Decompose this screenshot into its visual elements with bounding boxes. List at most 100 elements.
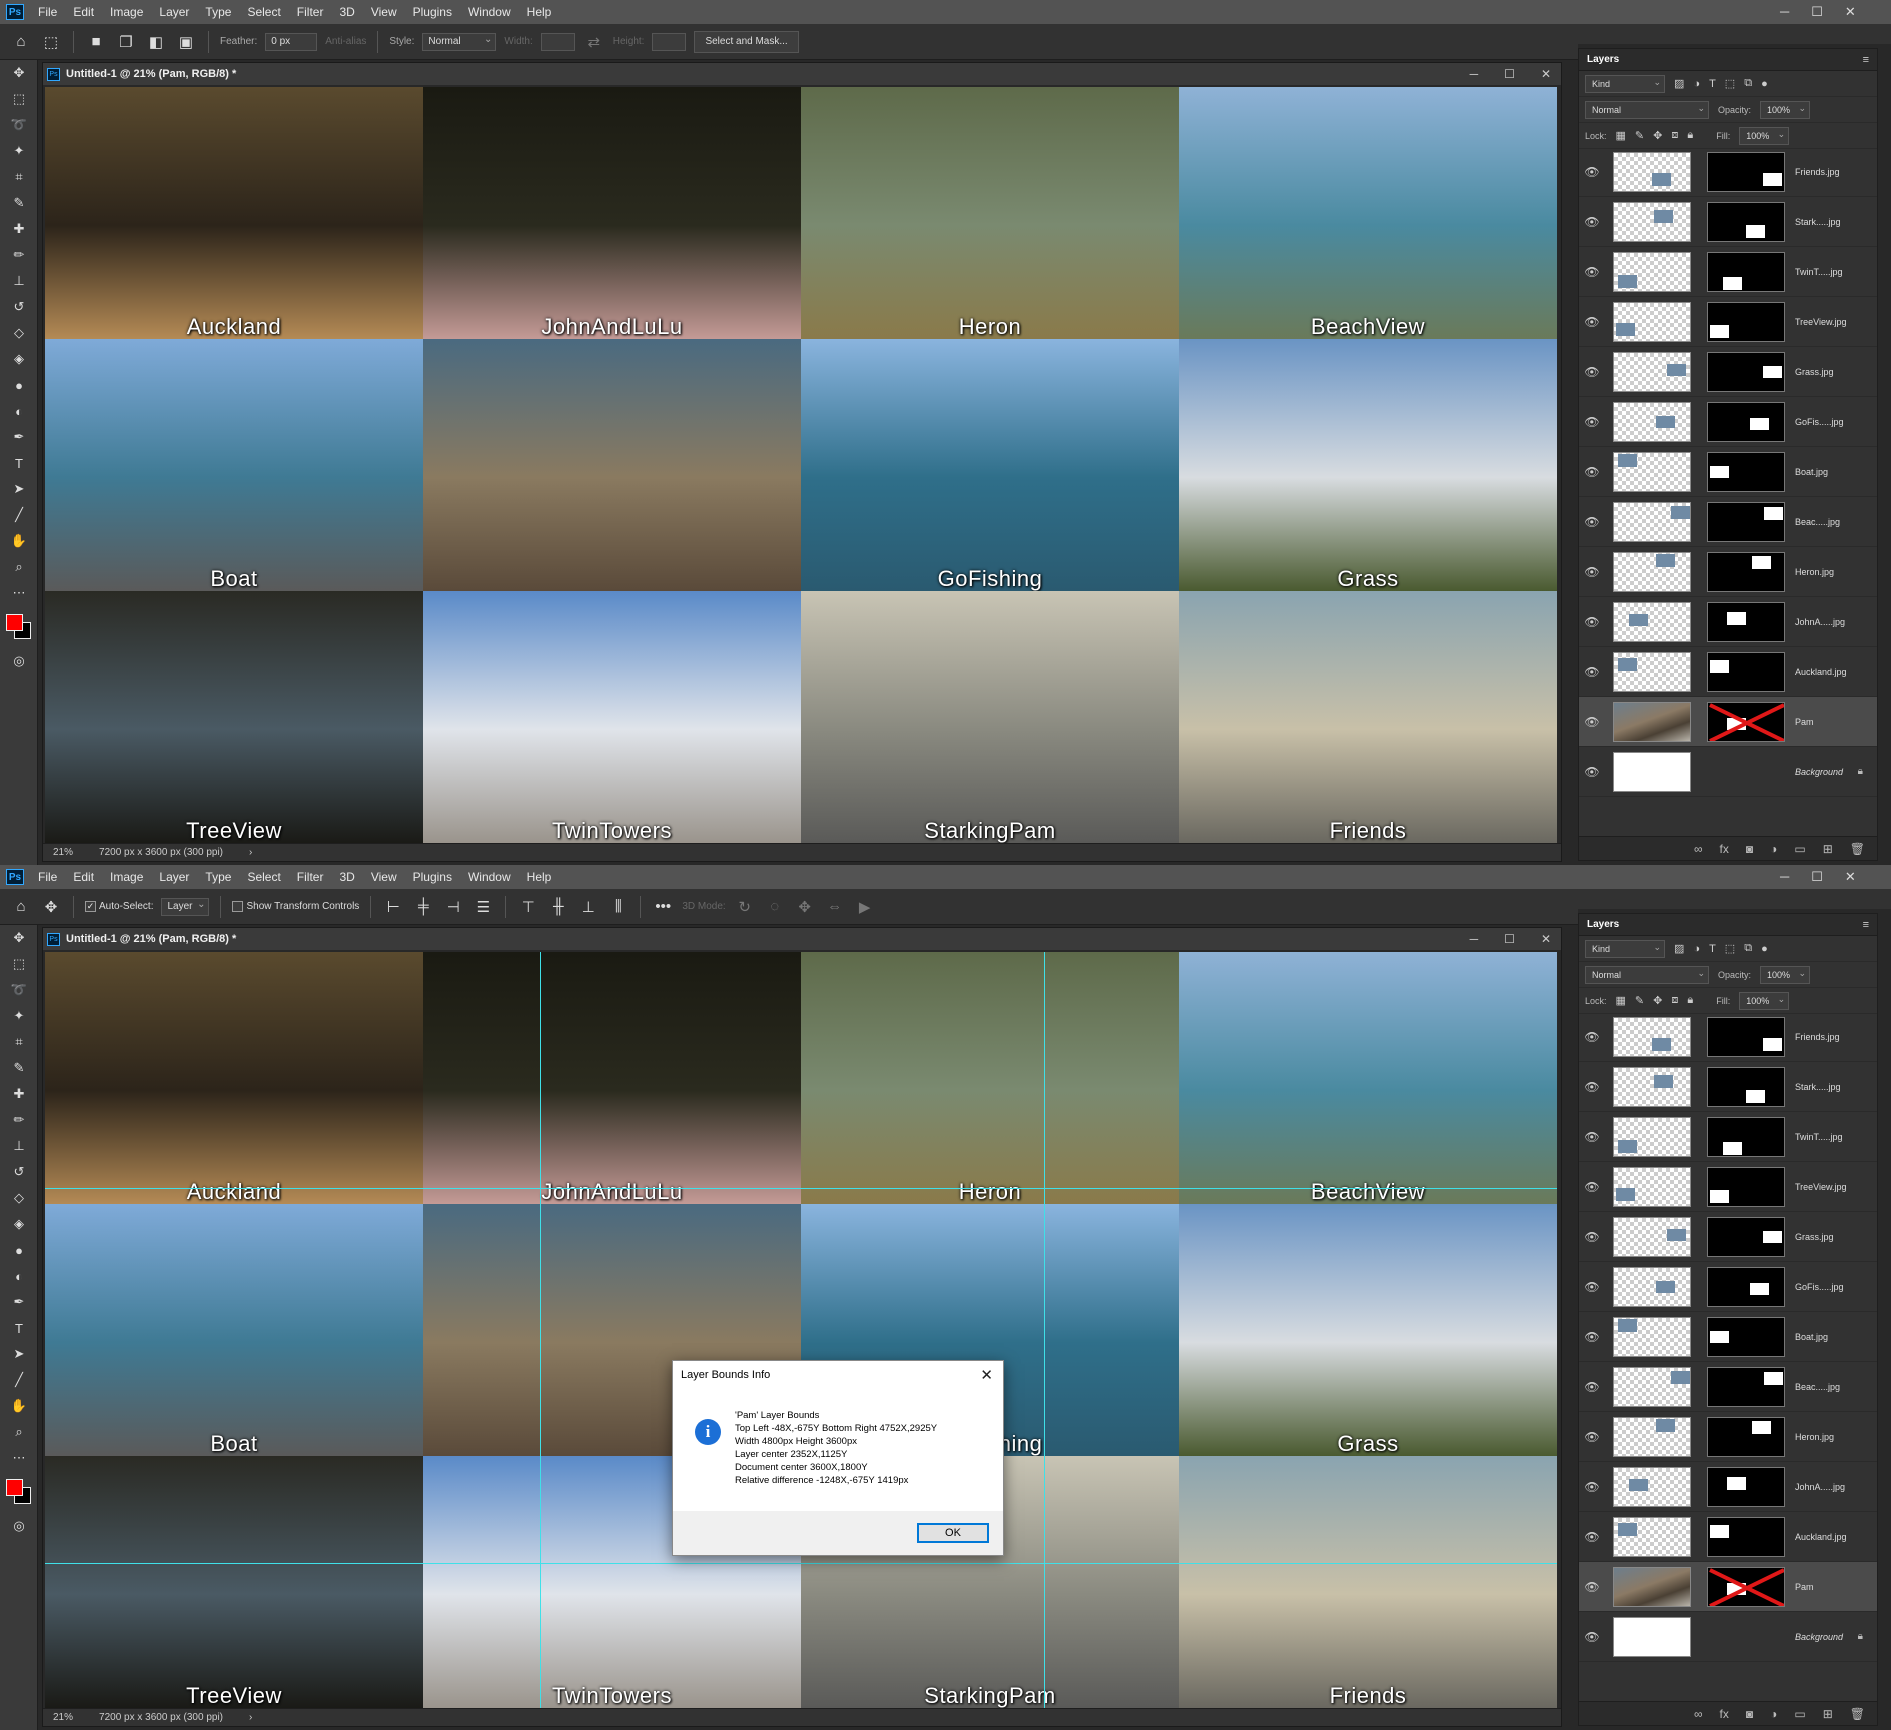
distribute-icon[interactable]: ☰ (472, 896, 494, 918)
layer-thumbnail[interactable] (1613, 651, 1691, 692)
menu-image[interactable]: Image (102, 0, 151, 24)
layer-thumbnail[interactable] (1613, 1066, 1691, 1107)
menu-filter[interactable]: Filter (289, 0, 332, 24)
lock-transparent-icon[interactable]: ▦ (1616, 994, 1626, 1007)
panel-menu-icon[interactable]: ≡ (1863, 919, 1869, 931)
layer-row[interactable]: 👁︎ Heron.jpg (1579, 547, 1877, 597)
layer-thumbnail[interactable] (1613, 1266, 1691, 1307)
fill-input[interactable]: 100% (1739, 126, 1790, 145)
layer-name[interactable]: Heron.jpg (1795, 567, 1834, 577)
visibility-eye-icon[interactable]: 👁︎ (1579, 1430, 1605, 1444)
document-tab-title[interactable]: Untitled-1 @ 21% (Pam, RGB/8) * (66, 933, 236, 945)
photo-tile[interactable]: GoFishing (801, 339, 1179, 591)
layer-mask-thumbnail[interactable] (1707, 201, 1785, 242)
menu-edit[interactable]: Edit (65, 0, 102, 24)
width-input[interactable] (540, 32, 575, 51)
visibility-eye-icon[interactable]: 👁︎ (1579, 1380, 1605, 1394)
layer-name[interactable]: TwinT.....jpg (1795, 267, 1843, 277)
auto-select-target-select[interactable]: Layer (161, 897, 210, 916)
visibility-eye-icon[interactable]: 👁︎ (1579, 615, 1605, 629)
foreground-color-swatch[interactable] (6, 614, 23, 631)
layers-tab[interactable]: Layers (1587, 54, 1619, 65)
layer-mask-thumbnail[interactable] (1707, 401, 1785, 442)
marquee-tool-icon[interactable]: ⬚ (0, 951, 38, 977)
move-preset-icon[interactable]: ✥ (40, 896, 62, 918)
height-input[interactable] (652, 32, 687, 51)
fx-icon[interactable]: fx (1720, 1707, 1729, 1721)
marquee-tool-icon[interactable]: ⬚ (0, 86, 38, 112)
visibility-eye-icon[interactable]: 👁︎ (1579, 215, 1605, 229)
layer-mask-thumbnail[interactable] (1707, 1016, 1785, 1057)
fx-icon[interactable]: fx (1720, 842, 1729, 856)
path-selection-tool-icon[interactable]: ➤ (0, 476, 38, 502)
kind-filter-select[interactable]: Kind (1585, 74, 1665, 93)
pixel-filter-icon[interactable]: ▨ (1674, 77, 1684, 90)
visibility-eye-icon[interactable]: 👁︎ (1579, 765, 1605, 779)
visibility-eye-icon[interactable]: 👁︎ (1579, 1180, 1605, 1194)
add-mask-icon[interactable]: ◙ (1746, 1707, 1753, 1721)
lock-all-icon[interactable]: 🔒︎ (1687, 994, 1693, 1007)
eraser-tool-icon[interactable]: ◇ (0, 320, 38, 346)
layer-thumbnail[interactable] (1613, 1116, 1691, 1157)
new-group-icon[interactable]: ▭ (1794, 842, 1805, 856)
layer-mask-thumbnail[interactable] (1707, 251, 1785, 292)
layer-mask-thumbnail[interactable] (1707, 301, 1785, 342)
healing-brush-tool-icon[interactable]: ✚ (0, 1081, 38, 1107)
visibility-eye-icon[interactable]: 👁︎ (1579, 1580, 1605, 1594)
layer-row[interactable]: 👁︎ GoFis.....jpg (1579, 1262, 1877, 1312)
show-transform-controls-checkbox[interactable]: Show Transform Controls (232, 901, 359, 912)
align-right-icon[interactable]: ⊣ (442, 896, 464, 918)
path-selection-tool-icon[interactable]: ➤ (0, 1341, 38, 1367)
visibility-eye-icon[interactable]: 👁︎ (1579, 415, 1605, 429)
layer-thumbnail[interactable] (1613, 351, 1691, 392)
zoom-level[interactable]: 21% (53, 1712, 73, 1723)
close-icon[interactable]: ✕ (1845, 0, 1856, 24)
layer-name[interactable]: Boat.jpg (1795, 467, 1828, 477)
add-selection-icon[interactable]: ❐ (115, 31, 137, 53)
layer-row[interactable]: 👁︎ TwinT.....jpg (1579, 1112, 1877, 1162)
layer-row[interactable]: 👁︎ Background 🔒︎ (1579, 747, 1877, 797)
foreground-color-swatch[interactable] (6, 1479, 23, 1496)
layer-row[interactable]: 👁︎ Boat.jpg (1579, 447, 1877, 497)
blur-tool-icon[interactable]: ● (0, 372, 38, 398)
layer-mask-thumbnail[interactable] (1707, 701, 1785, 742)
layer-name[interactable]: Pam (1795, 717, 1814, 727)
visibility-eye-icon[interactable]: 👁︎ (1579, 1230, 1605, 1244)
type-tool-icon[interactable]: T (0, 450, 38, 476)
status-arrow-icon[interactable]: › (249, 847, 252, 858)
layer-thumbnail[interactable] (1613, 1366, 1691, 1407)
visibility-eye-icon[interactable]: 👁︎ (1579, 515, 1605, 529)
layer-lock-icon[interactable]: 🔒︎ (1858, 1631, 1863, 1642)
layer-row[interactable]: 👁︎ Friends.jpg (1579, 147, 1877, 197)
menu-3d[interactable]: 3D (331, 865, 362, 889)
layer-thumbnail[interactable] (1613, 1566, 1691, 1607)
layer-row[interactable]: 👁︎ Stark.....jpg (1579, 197, 1877, 247)
more-tools-icon[interactable]: ⋯ (0, 580, 38, 606)
style-select[interactable]: Normal (422, 32, 497, 51)
distribute-vertical-icon[interactable]: ⫼ (607, 896, 629, 918)
new-layer-icon[interactable]: ⊞ (1823, 1707, 1833, 1721)
photo-tile[interactable]: Heron (801, 87, 1179, 339)
photo-tile[interactable]: JohnAndLuLu (423, 952, 801, 1204)
visibility-eye-icon[interactable]: 👁︎ (1579, 1480, 1605, 1494)
layer-name[interactable]: Background (1795, 1632, 1843, 1642)
menu-image[interactable]: Image (102, 865, 151, 889)
lock-artboard-icon[interactable]: ⧈ (1671, 994, 1678, 1007)
menu-file[interactable]: File (30, 0, 65, 24)
zoom-tool-icon[interactable]: ⌕ (0, 1419, 38, 1445)
layer-name[interactable]: Auckland.jpg (1795, 667, 1847, 677)
layer-name[interactable]: Background (1795, 767, 1843, 777)
type-tool-icon[interactable]: T (0, 1315, 38, 1341)
opacity-input[interactable]: 100% (1760, 100, 1811, 119)
minimize-icon[interactable]: ─ (1470, 63, 1479, 85)
layer-row[interactable]: 👁︎ Friends.jpg (1579, 1012, 1877, 1062)
type-filter-icon[interactable]: T (1709, 943, 1716, 955)
visibility-eye-icon[interactable]: 👁︎ (1579, 1080, 1605, 1094)
antialias-label[interactable]: Anti-alias (325, 36, 366, 47)
maximize-icon[interactable]: ☐ (1811, 0, 1823, 24)
new-layer-icon[interactable]: ⊞ (1823, 842, 1833, 856)
visibility-eye-icon[interactable]: 👁︎ (1579, 465, 1605, 479)
shape-filter-icon[interactable]: ⬚ (1725, 942, 1735, 955)
lasso-tool-icon[interactable]: ➰ (0, 112, 38, 138)
lock-all-icon[interactable]: 🔒︎ (1687, 129, 1693, 142)
